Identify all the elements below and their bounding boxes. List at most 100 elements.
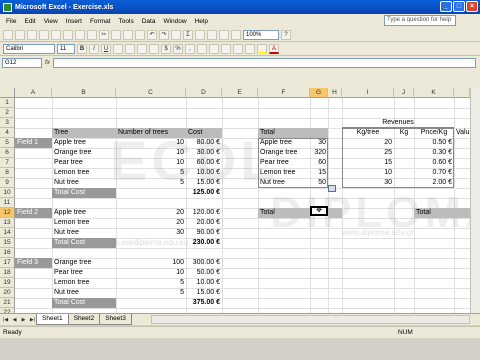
name-box[interactable]: G12 (2, 57, 42, 68)
formula-input[interactable] (53, 57, 476, 68)
prev-sheet-icon[interactable]: ◀ (11, 316, 18, 324)
column-header-h[interactable]: H (328, 88, 342, 98)
increase-decimal-icon[interactable] (197, 43, 207, 54)
row-header[interactable]: 5 (0, 138, 15, 148)
column-header-j[interactable]: J (394, 88, 414, 98)
font-size-select[interactable]: 11 (57, 43, 75, 54)
row-header[interactable]: 10 (0, 188, 15, 198)
horizontal-scrollbar[interactable] (150, 315, 470, 324)
hyperlink-icon[interactable] (171, 29, 181, 40)
active-cell-g12[interactable]: ✥ (310, 206, 328, 216)
tab-sheet3[interactable]: Sheet3 (99, 314, 132, 325)
row-header-selected[interactable]: 12 (0, 208, 15, 218)
next-sheet-icon[interactable]: ▶ (20, 316, 27, 324)
row-header[interactable]: 14 (0, 228, 15, 238)
font-name-select[interactable]: Calibri (3, 43, 55, 54)
column-header-l[interactable] (454, 88, 470, 98)
row-header[interactable]: 15 (0, 238, 15, 248)
row-header[interactable]: 18 (0, 268, 15, 278)
fill-color-icon[interactable] (257, 43, 267, 54)
autosum-icon[interactable]: Σ (183, 29, 193, 40)
fx-icon[interactable]: fx (45, 59, 50, 66)
help-icon[interactable]: ? (281, 29, 291, 40)
borders-icon[interactable] (245, 43, 255, 54)
redo-icon[interactable]: ↷ (159, 29, 169, 40)
worksheet-grid[interactable]: A B C D E F G H I J K 1 2 3 4 5 6 7 8 9 … (0, 88, 470, 313)
column-header-i[interactable]: I (342, 88, 394, 98)
chart-wizard-icon[interactable] (219, 29, 229, 40)
copy-icon[interactable] (111, 29, 121, 40)
row-header[interactable]: 19 (0, 278, 15, 288)
minimize-button[interactable]: _ (440, 1, 452, 12)
menu-help[interactable]: Help (191, 18, 212, 25)
menu-file[interactable]: File (2, 18, 20, 25)
column-header-d[interactable]: D (186, 88, 222, 98)
help-search-input[interactable]: Type a question for help (384, 15, 456, 26)
open-icon[interactable] (15, 29, 25, 40)
row-header[interactable]: 20 (0, 288, 15, 298)
merge-center-icon[interactable] (149, 43, 159, 54)
italic-icon[interactable]: I (89, 43, 99, 54)
close-button[interactable]: × (466, 1, 478, 12)
row-header[interactable]: 4 (0, 128, 15, 138)
menu-edit[interactable]: Edit (20, 18, 39, 25)
maximize-button[interactable]: □ (453, 1, 465, 12)
currency-icon[interactable]: $ (161, 43, 171, 54)
row-header[interactable]: 13 (0, 218, 15, 228)
row-header[interactable]: 17 (0, 258, 15, 268)
drawing-icon[interactable] (231, 29, 241, 40)
sort-descending-icon[interactable] (207, 29, 217, 40)
row-header[interactable]: 7 (0, 158, 15, 168)
increase-indent-icon[interactable] (233, 43, 243, 54)
row-header[interactable]: 1 (0, 98, 15, 108)
menu-window[interactable]: Window (159, 18, 190, 25)
save-icon[interactable] (27, 29, 37, 40)
menu-format[interactable]: Format (86, 18, 115, 25)
vertical-scrollbar[interactable] (470, 88, 480, 313)
print-preview-icon[interactable] (63, 29, 73, 40)
column-header-f[interactable]: F (258, 88, 310, 98)
bold-icon[interactable]: B (77, 43, 87, 54)
menu-insert[interactable]: Insert (62, 18, 86, 25)
row-header[interactable]: 16 (0, 248, 15, 258)
column-header-g[interactable]: G (310, 88, 328, 98)
row-header[interactable]: 9 (0, 178, 15, 188)
menu-data[interactable]: Data (138, 18, 160, 25)
row-header[interactable]: 8 (0, 168, 15, 178)
spelling-icon[interactable] (75, 29, 85, 40)
column-header-b[interactable]: B (52, 88, 116, 98)
select-all-corner[interactable] (0, 88, 15, 98)
row-header[interactable]: 2 (0, 108, 15, 118)
print-icon[interactable] (51, 29, 61, 40)
percent-icon[interactable]: % (173, 43, 183, 54)
sort-ascending-icon[interactable] (195, 29, 205, 40)
row-header[interactable]: 3 (0, 118, 15, 128)
align-left-icon[interactable] (113, 43, 123, 54)
row-header[interactable]: 11 (0, 198, 15, 208)
paste-icon[interactable] (123, 29, 133, 40)
decrease-indent-icon[interactable] (221, 43, 231, 54)
first-sheet-icon[interactable]: |◀ (2, 316, 9, 324)
align-center-icon[interactable] (125, 43, 135, 54)
menu-view[interactable]: View (40, 18, 62, 25)
column-header-k[interactable]: K (414, 88, 454, 98)
paste-options-icon[interactable] (328, 185, 336, 192)
tab-sheet1[interactable]: Sheet1 (36, 314, 69, 325)
last-sheet-icon[interactable]: ▶| (29, 316, 36, 324)
tab-sheet2[interactable]: Sheet2 (67, 314, 101, 325)
menu-tools[interactable]: Tools (115, 18, 138, 25)
column-header-c[interactable]: C (116, 88, 186, 98)
research-icon[interactable] (87, 29, 97, 40)
font-color-icon[interactable]: A (269, 43, 279, 54)
zoom-select[interactable]: 100% (243, 29, 279, 40)
decrease-decimal-icon[interactable] (209, 43, 219, 54)
underline-icon[interactable]: U (101, 43, 111, 54)
format-painter-icon[interactable] (135, 29, 145, 40)
align-right-icon[interactable] (137, 43, 147, 54)
row-header[interactable]: 6 (0, 148, 15, 158)
row-header[interactable]: 21 (0, 298, 15, 308)
comma-icon[interactable]: , (185, 43, 195, 54)
cut-icon[interactable]: ✂ (99, 29, 109, 40)
new-icon[interactable] (3, 29, 13, 40)
undo-icon[interactable]: ↶ (147, 29, 157, 40)
